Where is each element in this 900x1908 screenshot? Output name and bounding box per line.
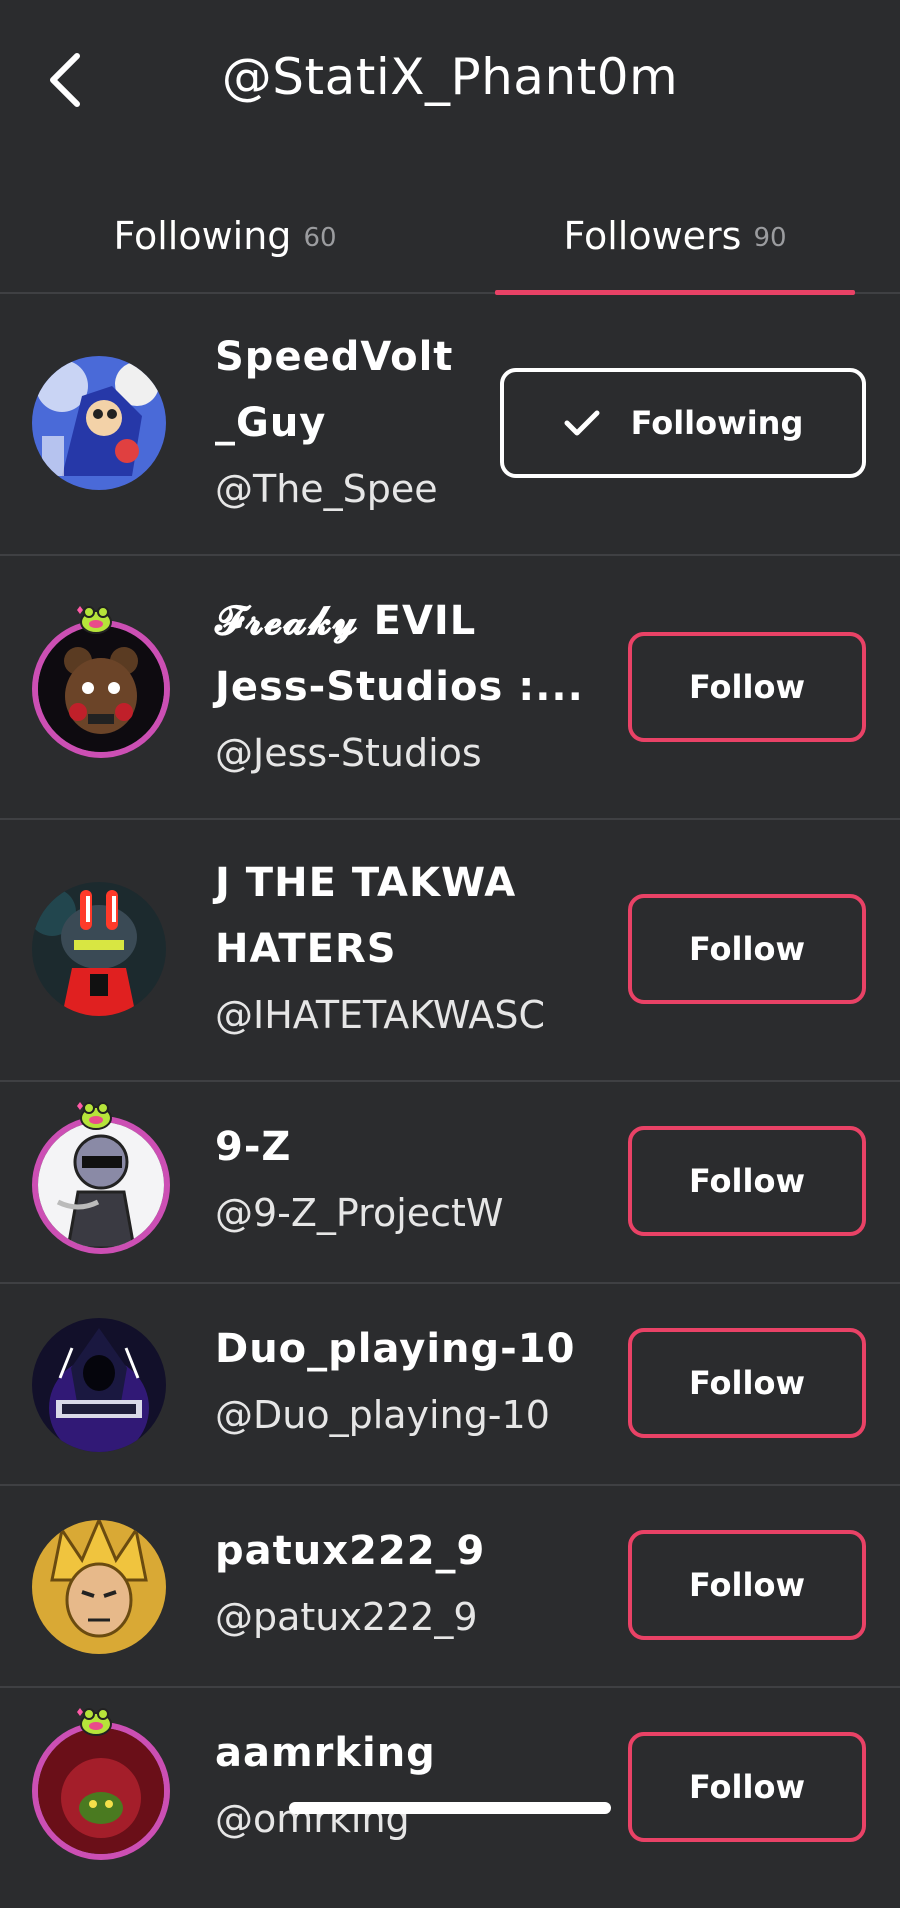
user-text: patux222_9 @patux222_9 [215,1518,595,1650]
gaming-logo-avatar [32,1318,166,1452]
list-item[interactable]: patux222_9 @patux222_9 Follow [0,1486,900,1688]
list-item[interactable]: Duo_playing-10 @Duo_playing-10 Follow [0,1284,900,1486]
check-icon [564,410,600,436]
avatar-ring [32,620,170,758]
anime-fighter-avatar [32,1520,166,1654]
user-handle: @IHATETAKWASC [215,993,546,1037]
user-handle: @9-Z_ProjectW [215,1191,504,1235]
avatar-ring [32,1722,170,1860]
tab-count: 60 [303,223,337,253]
user-text: Duo_playing-10 @Duo_playing-10 [215,1316,595,1448]
avatar[interactable] [32,356,170,494]
animatronic-bear-avatar [38,626,164,752]
follow-button[interactable]: Follow [628,632,866,742]
follow-button[interactable]: Follow [628,1732,866,1842]
following-button[interactable]: Following [500,368,866,478]
frog-badge-icon [77,1102,112,1130]
display-name-line2: HATERS [215,926,397,972]
display-name: 9-Z [215,1124,292,1170]
frog-badge-icon [77,1708,112,1736]
tab-bar: Following 60 Followers 90 [0,180,900,295]
page-title: @StatiX_Phant0m [221,48,679,106]
avatar[interactable] [32,1520,170,1658]
following-label: Following [630,404,804,442]
avatar[interactable] [32,1102,170,1254]
tab-following[interactable]: Following 60 [0,180,450,292]
display-name: J THE TAKWA [215,860,517,906]
hooded-character-avatar [38,1122,164,1248]
follow-button[interactable]: Follow [628,1328,866,1438]
display-name: Duo_playing-10 [215,1326,576,1372]
list-item[interactable]: J THE TAKWA HATERS @IHATETAKWASC Follow [0,820,900,1082]
display-name: SpeedVolt [215,334,454,380]
avatar-ring [32,1116,170,1254]
follow-button[interactable]: Follow [628,1530,866,1640]
display-name: patux222_9 [215,1528,486,1574]
user-text: aamrking @omrking [215,1720,595,1852]
display-name-line2: Jess-Studios :... [215,664,584,710]
list-item[interactable]: 9-Z @9-Z_ProjectW Follow [0,1082,900,1284]
top-bar: @StatiX_Phant0m [0,0,900,165]
avatar[interactable] [32,606,170,758]
avatar[interactable] [32,1708,170,1860]
display-name: aamrking [215,1730,436,1776]
user-handle: @Jess-Studios [215,731,482,775]
user-text: SpeedVolt _Guy @The_Spee [215,324,465,522]
user-text: 𝓕𝓻𝓮𝓪𝓴𝔂 EVIL Jess-Studios :... @Jess-Stud… [215,588,595,786]
blue-hedgehog-avatar [32,356,166,490]
list-item[interactable]: SpeedVolt _Guy @The_Spee Following [0,294,900,556]
tab-label: Following [113,214,292,258]
tab-label: Followers [563,214,742,258]
list-item[interactable]: aamrking @omrking Follow [0,1688,900,1908]
follow-button[interactable]: Follow [628,894,866,1004]
user-handle: @patux222_9 [215,1595,478,1639]
user-handle: @Duo_playing-10 [215,1393,550,1437]
user-handle: @The_Spee [215,467,438,511]
frog-badge-icon [77,606,112,634]
user-text: J THE TAKWA HATERS @IHATETAKWASC [215,850,595,1048]
red-creature-avatar [38,1728,164,1854]
list-item[interactable]: 𝓕𝓻𝓮𝓪𝓴𝔂 EVIL Jess-Studios :... @Jess-Stud… [0,556,900,820]
avatar[interactable] [32,1318,170,1456]
user-handle: @omrking [215,1797,410,1841]
tab-count: 90 [753,223,787,253]
tab-followers[interactable]: Followers 90 [450,180,900,292]
display-name: 𝓕𝓻𝓮𝓪𝓴𝔂 EVIL [215,598,477,644]
robot-avatar [32,882,166,1016]
display-name-line2: _Guy [215,400,327,446]
followers-list: SpeedVolt _Guy @The_Spee Following 𝓕𝓻𝓮𝓪𝓴… [0,294,900,1908]
home-indicator[interactable] [289,1802,611,1814]
follow-button[interactable]: Follow [628,1126,866,1236]
avatar[interactable] [32,882,170,1020]
user-text: 9-Z @9-Z_ProjectW [215,1114,595,1246]
